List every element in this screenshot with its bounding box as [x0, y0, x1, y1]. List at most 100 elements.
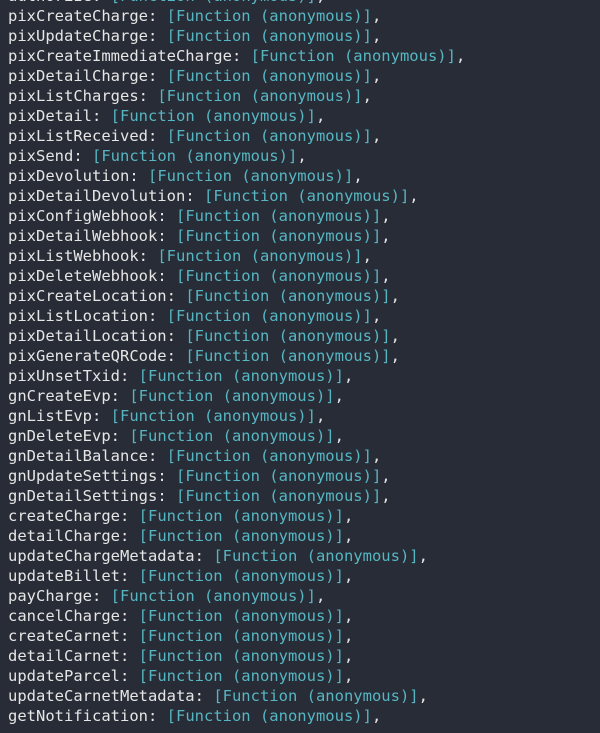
trailing-comma: ,	[371, 27, 382, 45]
key-value-separator: :	[138, 87, 158, 105]
console-line: pixGenerateQRCode: [Function (anonymous)…	[8, 346, 600, 366]
property-key: pixCreateImmediateCharge	[8, 47, 232, 65]
key-value-separator: :	[92, 407, 111, 425]
function-value: [Function (anonymous)]	[185, 287, 391, 305]
key-value-separator: :	[157, 487, 176, 505]
trailing-comma: ,	[343, 567, 354, 585]
key-value-separator: :	[119, 627, 139, 645]
trailing-comma: ,	[343, 507, 354, 525]
function-value: [Function (anonymous)]	[138, 667, 344, 685]
property-key: pixDetailLocation	[8, 327, 167, 345]
function-value: [Function (anonymous)]	[138, 507, 344, 525]
key-value-separator: :	[92, 587, 111, 605]
key-value-separator: :	[147, 67, 167, 85]
property-key: pixSend	[8, 147, 74, 165]
property-key: payCharge	[8, 587, 92, 605]
key-value-separator: :	[166, 327, 186, 345]
trailing-comma: ,	[371, 67, 382, 85]
trailing-comma: ,	[390, 347, 400, 365]
property-key: pixCreateCharge	[8, 7, 148, 25]
property-key: pixDetailWebhook	[8, 227, 158, 245]
property-key: getNotification	[8, 707, 148, 725]
console-line: payCharge: [Function (anonymous)],	[8, 586, 600, 606]
console-line: pixConfigWebhook: [Function (anonymous)]…	[8, 206, 600, 226]
trailing-comma: ,	[381, 467, 391, 485]
property-key: detailCharge	[8, 527, 120, 545]
function-value: [Function (anonymous)]	[166, 127, 372, 145]
function-value: [Function (anonymous)]	[138, 607, 344, 625]
console-line: pixListLocation: [Function (anonymous)],	[8, 306, 600, 326]
trailing-comma: ,	[371, 7, 382, 25]
key-value-separator: :	[129, 167, 148, 185]
key-value-separator: :	[119, 367, 139, 385]
key-value-separator: :	[194, 547, 214, 565]
console-output-panel[interactable]: authorize: [Function (anonymous)],pixCre…	[0, 0, 600, 733]
console-line: pixCreateImmediateCharge: [Function (ano…	[8, 46, 600, 66]
property-key: detailCarnet	[8, 647, 120, 665]
trailing-comma: ,	[343, 647, 354, 665]
console-line: updateChargeMetadata: [Function (anonymo…	[8, 546, 600, 566]
key-value-separator: :	[138, 247, 158, 265]
console-line-list: authorize: [Function (anonymous)],pixCre…	[8, 0, 600, 726]
property-key: authorize	[8, 0, 92, 5]
key-value-separator: :	[119, 647, 139, 665]
function-value: [Function (anonymous)]	[166, 307, 372, 325]
property-key: gnListEvp	[8, 407, 92, 425]
console-line: pixListCharges: [Function (anonymous)],	[8, 86, 600, 106]
function-value: [Function (anonymous)]	[175, 267, 382, 285]
trailing-comma: ,	[315, 407, 326, 425]
function-value: [Function (anonymous)]	[110, 407, 316, 425]
function-value: [Function (anonymous)]	[138, 647, 344, 665]
trailing-comma: ,	[334, 427, 344, 445]
property-key: pixUpdateCharge	[8, 27, 148, 45]
console-line: pixDetailWebhook: [Function (anonymous)]…	[8, 226, 600, 246]
trailing-comma: ,	[316, 0, 325, 5]
property-key: cancelCharge	[8, 607, 120, 625]
trailing-comma: ,	[381, 267, 391, 285]
console-line: gnDetailSettings: [Function (anonymous)]…	[8, 486, 600, 506]
property-key: gnCreateEvp	[8, 387, 111, 405]
trailing-comma: ,	[343, 527, 354, 545]
trailing-comma: ,	[353, 167, 363, 185]
console-line: gnDetailBalance: [Function (anonymous)],	[8, 446, 600, 466]
console-line: gnCreateEvp: [Function (anonymous)],	[8, 386, 600, 406]
property-key: updateBillet	[8, 567, 120, 585]
trailing-comma: ,	[381, 227, 391, 245]
property-key: createCharge	[8, 507, 120, 525]
key-value-separator: :	[166, 347, 186, 365]
property-key: pixListCharges	[8, 87, 139, 105]
key-value-separator: :	[157, 227, 176, 245]
console-line: gnDeleteEvp: [Function (anonymous)],	[8, 426, 600, 446]
property-key: gnDetailSettings	[8, 487, 158, 505]
function-value: [Function (anonymous)]	[175, 467, 382, 485]
property-key: pixListWebhook	[8, 247, 139, 265]
trailing-comma: ,	[418, 547, 428, 565]
console-line: updateParcel: [Function (anonymous)],	[8, 666, 600, 686]
function-value: [Function (anonymous)]	[138, 367, 344, 385]
function-value: [Function (anonymous)]	[175, 487, 382, 505]
function-value: [Function (anonymous)]	[185, 347, 391, 365]
function-value: [Function (anonymous)]	[110, 587, 316, 605]
trailing-comma: ,	[455, 47, 466, 65]
property-key: gnDetailBalance	[8, 447, 148, 465]
function-value: [Function (anonymous)]	[157, 247, 363, 265]
console-line: cancelCharge: [Function (anonymous)],	[8, 606, 600, 626]
property-key: pixGenerateQRCode	[8, 347, 167, 365]
key-value-separator: :	[73, 147, 92, 165]
function-value: [Function (anonymous)]	[110, 107, 316, 125]
function-value: [Function (anonymous)]	[129, 387, 335, 405]
console-line: createCarnet: [Function (anonymous)],	[8, 626, 600, 646]
trailing-comma: ,	[343, 607, 354, 625]
key-value-separator: :	[147, 447, 167, 465]
function-value: [Function (anonymous)]	[111, 0, 316, 5]
function-value: [Function (anonymous)]	[213, 687, 419, 705]
key-value-separator: :	[119, 567, 139, 585]
console-line: gnUpdateSettings: [Function (anonymous)]…	[8, 466, 600, 486]
key-value-separator: :	[92, 107, 111, 125]
console-line: updateCarnetMetadata: [Function (anonymo…	[8, 686, 600, 706]
trailing-comma: ,	[371, 127, 382, 145]
key-value-separator: :	[147, 7, 167, 25]
property-key: pixDetailCharge	[8, 67, 148, 85]
property-key: pixCreateLocation	[8, 287, 167, 305]
console-line: pixDetail: [Function (anonymous)],	[8, 106, 600, 126]
